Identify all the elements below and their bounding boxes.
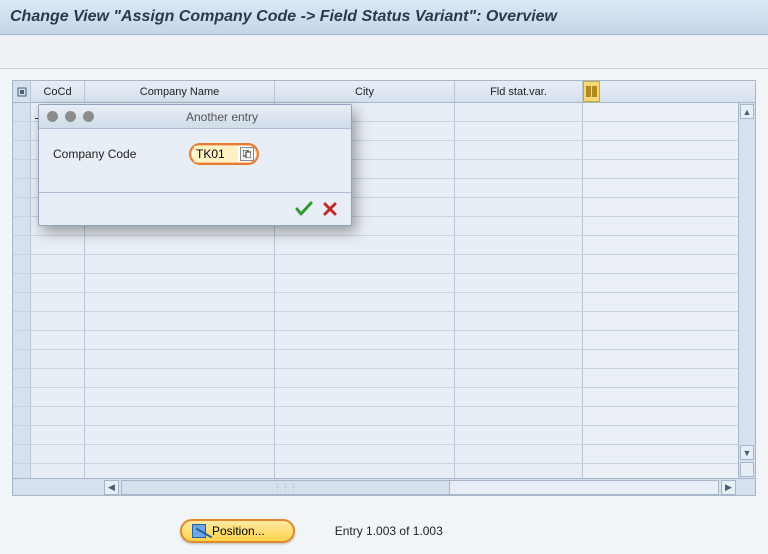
zoom-icon[interactable] [83, 111, 94, 122]
table-row[interactable] [13, 331, 755, 350]
table-row[interactable] [13, 274, 755, 293]
position-button[interactable]: Position... [180, 519, 295, 543]
table-header: CoCd Company Name City Fld stat.var. [13, 81, 755, 103]
dialog-title: Another entry [101, 110, 343, 124]
horizontal-scrollbar[interactable]: ◀ ⋮⋮⋮ ▶ [13, 478, 755, 495]
footer-bar: Position... Entry 1.003 of 1.003 [0, 508, 768, 554]
scroll-left-icon[interactable]: ◀ [104, 480, 119, 495]
company-code-label: Company Code [53, 147, 173, 161]
toolbar-area [0, 35, 768, 69]
column-header-company-name[interactable]: Company Name [85, 81, 275, 102]
company-code-input[interactable] [194, 146, 238, 162]
company-code-input-wrap [189, 143, 259, 165]
another-entry-dialog: Another entry Company Code [38, 104, 352, 226]
column-header-fsv[interactable]: Fld stat.var. [455, 81, 583, 102]
table-row[interactable] [13, 312, 755, 331]
entry-counter: Entry 1.003 of 1.003 [335, 524, 443, 538]
scroll-right-icon[interactable]: ▶ [721, 480, 736, 495]
table-row[interactable] [13, 464, 755, 478]
table-row[interactable] [13, 388, 755, 407]
company-code-field-row: Company Code [53, 143, 337, 165]
row-selector[interactable] [13, 103, 31, 121]
table-row[interactable] [13, 369, 755, 388]
position-label: Position... [212, 524, 265, 538]
minimize-icon[interactable] [65, 111, 76, 122]
table-row[interactable] [13, 293, 755, 312]
dialog-titlebar[interactable]: Another entry [39, 105, 351, 129]
scroll-track[interactable]: ⋮⋮⋮ [121, 480, 719, 495]
table-row[interactable] [13, 236, 755, 255]
select-all-column[interactable] [13, 81, 31, 102]
confirm-icon[interactable] [295, 201, 313, 217]
position-icon [192, 524, 206, 538]
scroll-down-icon[interactable]: ▼ [740, 445, 754, 460]
table-row[interactable] [13, 426, 755, 445]
table-row[interactable] [13, 350, 755, 369]
column-header-cocd[interactable]: CoCd [31, 81, 85, 102]
cancel-icon[interactable] [323, 202, 337, 216]
column-header-city[interactable]: City [275, 81, 455, 102]
scroll-up-icon[interactable]: ▲ [740, 104, 754, 119]
table-row[interactable] [13, 445, 755, 464]
close-icon[interactable] [47, 111, 58, 122]
vertical-scrollbar[interactable]: ▲ ▼ [738, 103, 755, 478]
cell-fsv [455, 103, 583, 121]
page-title: Change View "Assign Company Code -> Fiel… [0, 0, 768, 35]
search-help-icon[interactable] [240, 147, 254, 161]
table-row[interactable] [13, 407, 755, 426]
table-row[interactable] [13, 255, 755, 274]
scroll-corner [740, 462, 754, 477]
table-config-icon[interactable] [583, 81, 600, 102]
scroll-thumb[interactable]: ⋮⋮⋮ [122, 481, 450, 494]
